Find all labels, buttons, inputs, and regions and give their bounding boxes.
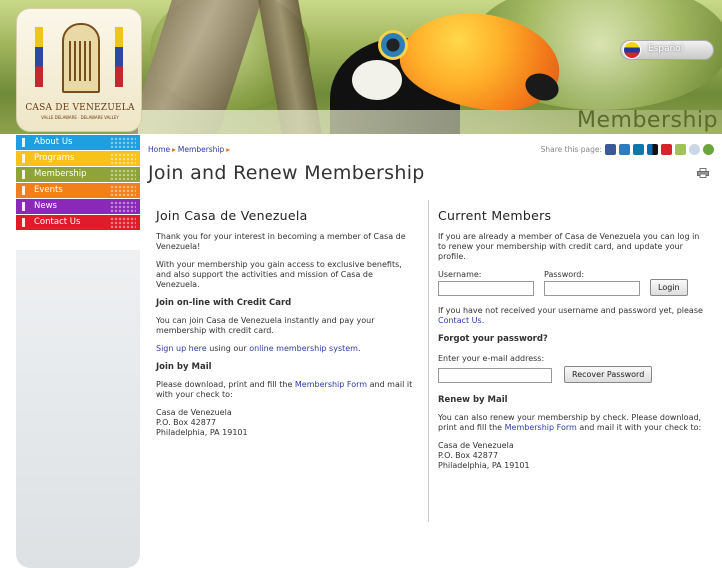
join-mail-text-start: Please download, print and fill the	[156, 380, 295, 389]
breadcrumb-membership-link[interactable]: Membership	[178, 145, 224, 154]
nav-item-label: Membership	[34, 169, 87, 179]
myspace-icon[interactable]	[619, 144, 630, 155]
address-line: Philadelphia, PA 19101	[438, 461, 530, 470]
address-line: Casa de Venezuela	[156, 408, 232, 417]
delicious-icon[interactable]	[647, 144, 658, 155]
flag-stripe-icon	[115, 27, 123, 87]
chevron-right-icon: ▸	[226, 145, 231, 154]
address-line: Casa de Venezuela	[438, 441, 514, 450]
email-label: Enter your e-mail address:	[438, 354, 545, 363]
current-members-heading: Current Members	[438, 208, 552, 223]
login-form: Username: Password: Login	[438, 270, 708, 296]
nav-item-label: Events	[34, 185, 63, 195]
join-section: Join Casa de Venezuela Thank you for you…	[148, 200, 418, 446]
contact-us-link[interactable]: Contact Us	[438, 316, 482, 325]
nav-item-programs[interactable]: Programs	[16, 151, 140, 166]
stumbleupon-icon[interactable]	[703, 144, 714, 155]
join-mail-text: Please download, print and fill the Memb…	[156, 380, 418, 400]
logo-subtitle: VALLE DELAWARE · DELAWARE VALLEY	[41, 115, 119, 120]
breadcrumb: Home ▸ Membership ▸	[148, 145, 232, 154]
logo-name: CASA DE VENEZUELA	[25, 103, 135, 113]
join-thanks-text: Thank you for your interest in becoming …	[156, 232, 406, 251]
language-label[interactable]: Español	[648, 44, 683, 54]
nav-item-label: Contact Us	[34, 217, 81, 227]
sidebar-panel	[16, 250, 140, 568]
print-icon[interactable]	[697, 168, 709, 178]
signup-end-text: .	[357, 344, 361, 353]
breadcrumb-home-link[interactable]: Home	[148, 145, 170, 154]
current-members-section: Current Members If you are already a mem…	[428, 200, 708, 522]
nav-item-label: News	[34, 201, 57, 211]
renew-mail-text: You can also renew your membership by ch…	[438, 413, 708, 433]
nav-item-events[interactable]: Events	[16, 183, 140, 198]
chevron-right-icon: ▸	[172, 145, 176, 154]
no-credentials-end: .	[481, 316, 485, 325]
reddit-icon[interactable]	[689, 144, 700, 155]
toucan-throat	[352, 60, 402, 100]
section-title: Membership	[577, 108, 718, 133]
password-label: Password:	[544, 270, 585, 279]
signup-mid-text: using our	[206, 344, 250, 353]
join-online-heading: Join on-line with Credit Card	[156, 298, 292, 308]
renew-mail-heading: Renew by Mail	[438, 395, 508, 405]
join-mail-heading: Join by Mail	[156, 362, 212, 372]
share-bar: Share this page:	[541, 144, 714, 155]
forgot-password-heading: Forgot your password?	[438, 334, 548, 344]
login-button[interactable]: Login	[650, 279, 688, 296]
address-line: P.O. Box 42877	[438, 451, 499, 460]
no-credentials-start: If you have not received your username a…	[438, 306, 703, 315]
join-online-text: You can join Casa de Venezuela instantly…	[156, 316, 375, 335]
nav-item-contact-us[interactable]: Contact Us	[16, 215, 140, 230]
nav-item-label: About Us	[34, 137, 73, 147]
renew-text-end: and mail it with your check to:	[576, 423, 702, 432]
nav-item-label: Programs	[34, 153, 75, 163]
mailing-address: Casa de Venezuela P.O. Box 42877 Philade…	[156, 408, 418, 438]
sign-up-link[interactable]: Sign up here	[156, 344, 207, 353]
password-input[interactable]	[544, 281, 640, 296]
membership-form-link[interactable]: Membership Form	[295, 380, 367, 389]
digg-icon[interactable]	[675, 144, 686, 155]
linkedin-icon[interactable]	[633, 144, 644, 155]
email-icon[interactable]	[661, 144, 672, 155]
share-label: Share this page:	[540, 145, 602, 154]
nav-item-news[interactable]: News	[16, 199, 140, 214]
join-heading: Join Casa de Venezuela	[156, 208, 308, 223]
address-line: P.O. Box 42877	[156, 418, 217, 427]
toucan-eye	[378, 30, 408, 60]
recover-password-button[interactable]: Recover Password	[564, 366, 653, 383]
venezuela-flag-icon[interactable]	[623, 41, 641, 59]
online-membership-system-link[interactable]: online membership system	[249, 344, 358, 353]
signup-line: Sign up here using our online membership…	[156, 344, 418, 354]
flag-stripe-icon	[35, 27, 43, 87]
site-logo[interactable]: CASA DE VENEZUELA VALLE DELAWARE · DELAW…	[16, 8, 142, 132]
join-benefits-text: With your membership you gain access to …	[156, 260, 402, 289]
nav-item-membership[interactable]: Membership	[16, 167, 140, 182]
window-grille-icon	[69, 41, 93, 81]
address-line: Philadelphia, PA 19101	[156, 428, 248, 437]
page-title: Join and Renew Membership	[148, 162, 425, 184]
no-credentials-text: If you have not received your username a…	[438, 306, 708, 326]
recover-form: Recover Password	[438, 366, 708, 383]
sidebar-nav: About Us Programs Membership Events News…	[16, 135, 140, 231]
renew-mailing-address: Casa de Venezuela P.O. Box 42877 Philade…	[438, 441, 708, 471]
facebook-icon[interactable]	[605, 144, 616, 155]
current-members-intro: If you are already a member of Casa de V…	[438, 232, 700, 261]
username-label: Username:	[438, 270, 482, 279]
username-input[interactable]	[438, 281, 534, 296]
email-input[interactable]	[438, 368, 552, 383]
nav-item-about-us[interactable]: About Us	[16, 135, 140, 150]
membership-form-link[interactable]: Membership Form	[505, 423, 577, 432]
